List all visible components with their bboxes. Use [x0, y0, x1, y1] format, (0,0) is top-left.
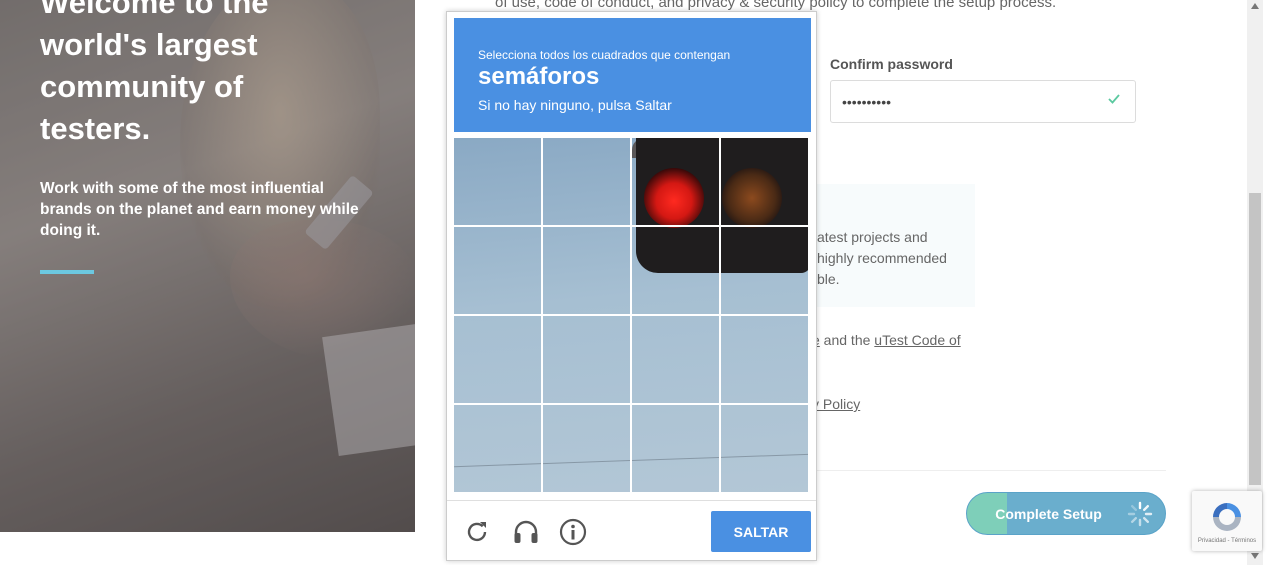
- recaptcha-badge-text[interactable]: Privacidad - Términos: [1192, 538, 1262, 544]
- captcha-tile[interactable]: [632, 227, 719, 314]
- hero-panel: Welcome to the world's largest community…: [0, 0, 415, 532]
- captcha-tile[interactable]: [543, 405, 630, 492]
- skip-button[interactable]: SALTAR: [711, 511, 811, 552]
- captcha-tile[interactable]: [454, 138, 541, 225]
- captcha-tile[interactable]: [543, 227, 630, 314]
- scroll-up-arrow-icon[interactable]: [1251, 3, 1259, 9]
- captcha-tile[interactable]: [543, 138, 630, 225]
- info-box-text: atest projects and highly recommended bl…: [817, 229, 947, 287]
- captcha-tile[interactable]: [454, 316, 541, 403]
- hero-accent-line: [40, 270, 94, 274]
- terms-agreement-text: e and the uTest Code of: [812, 332, 961, 348]
- headphones-icon[interactable]: [512, 518, 540, 546]
- confirm-password-field[interactable]: ••••••••••: [830, 80, 1136, 123]
- complete-setup-button[interactable]: Complete Setup: [966, 492, 1166, 535]
- captcha-tile[interactable]: [454, 227, 541, 314]
- code-of-conduct-link[interactable]: uTest Code of: [874, 332, 960, 348]
- confirm-password-value: ••••••••••: [842, 94, 892, 110]
- recaptcha-logo-icon: [1213, 503, 1241, 531]
- captcha-tile[interactable]: [632, 138, 719, 225]
- captcha-tile[interactable]: [721, 405, 808, 492]
- privacy-policy-link[interactable]: y Policy: [812, 396, 860, 412]
- scrollbar-thumb[interactable]: [1249, 193, 1261, 485]
- recaptcha-badge[interactable]: Privacidad - Términos: [1192, 491, 1262, 551]
- info-box: atest projects and highly recommended bl…: [790, 184, 975, 307]
- captcha-image-grid: [454, 138, 809, 493]
- captcha-tile[interactable]: [454, 405, 541, 492]
- check-icon: [1108, 94, 1120, 104]
- captcha-target: semáforos: [478, 63, 600, 90]
- captcha-tile[interactable]: [632, 405, 719, 492]
- captcha-tile[interactable]: [721, 138, 808, 225]
- captcha-hint: Si no hay ninguno, pulsa Saltar: [478, 97, 672, 113]
- info-icon[interactable]: [559, 518, 587, 546]
- captcha-tile[interactable]: [721, 316, 808, 403]
- hero-title: Welcome to the world's largest community…: [40, 0, 269, 146]
- complete-setup-label: Complete Setup: [995, 506, 1102, 522]
- captcha-header: Selecciona todos los cuadrados que conte…: [454, 18, 811, 132]
- form-divider: [800, 470, 1166, 471]
- confirm-password-label: Confirm password: [830, 56, 953, 72]
- captcha-footer-divider: [447, 500, 816, 501]
- loading-spinner-icon: [1127, 501, 1153, 527]
- setup-intro-text: of use, code of conduct, and privacy & s…: [495, 0, 1057, 11]
- captcha-challenge: Selecciona todos los cuadrados que conte…: [446, 11, 817, 561]
- captcha-tile[interactable]: [721, 227, 808, 314]
- captcha-instruction: Selecciona todos los cuadrados que conte…: [478, 48, 731, 62]
- terms-connector: and the: [819, 332, 875, 348]
- captcha-tile[interactable]: [543, 316, 630, 403]
- hero-subtitle: Work with some of the most influential b…: [40, 180, 359, 239]
- captcha-tile[interactable]: [632, 316, 719, 403]
- reload-icon[interactable]: [464, 519, 490, 545]
- scroll-down-arrow-icon[interactable]: [1251, 553, 1259, 559]
